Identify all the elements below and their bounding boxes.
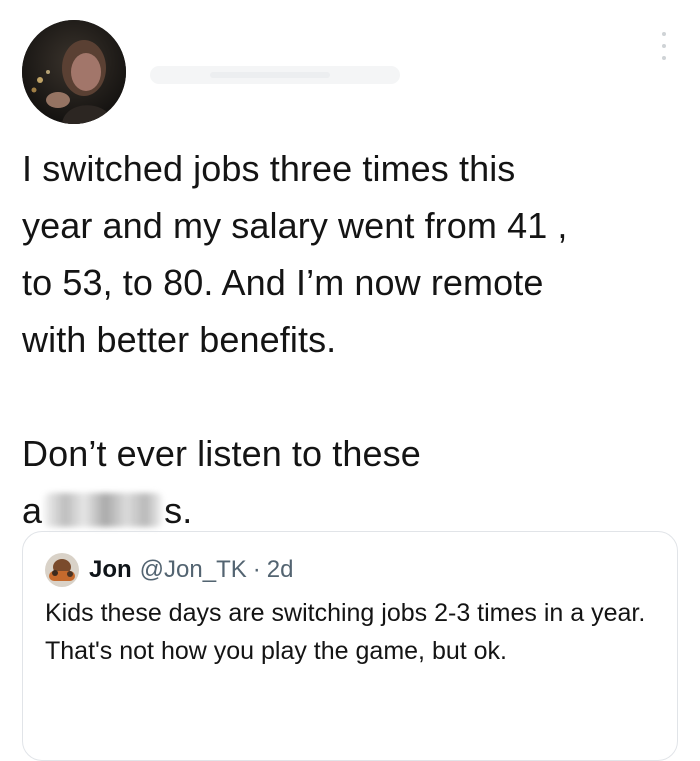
author-avatar[interactable] [22,20,126,124]
tweet-line-1: I switched jobs three times this [22,148,516,189]
quoted-tweet-header: Jon @Jon_TK · 2d [45,553,655,587]
tweet-line-5: Don’t ever listen to these [22,433,421,474]
tweet-word-start: a [22,490,43,531]
separator-dot: · [252,556,261,583]
tweet-line-4: with better benefits. [22,319,337,360]
censored-word-blur [44,493,163,528]
quoted-tweet-text: Kids these days are switching jobs 2-3 t… [45,599,646,665]
quoted-timestamp[interactable]: 2d [267,555,294,585]
quoted-author-handle[interactable]: @Jon_TK [140,555,247,585]
quoted-tweet-card[interactable]: Jon @Jon_TK · 2d Kids these days are swi… [22,531,678,761]
quoted-author-name[interactable]: Jon [89,555,132,585]
tweet-line-2: year and my salary went from 41 , [22,205,568,246]
more-vertical-icon[interactable] [660,32,668,60]
quoted-author-avatar[interactable] [45,553,79,587]
tweet-word-end: s. [164,490,193,531]
tweet-line-3: to 53, to 80. And I’m now remote [22,262,544,303]
tweet-text: I switched jobs three times this year an… [22,140,682,539]
blurred-name-area [150,66,400,84]
